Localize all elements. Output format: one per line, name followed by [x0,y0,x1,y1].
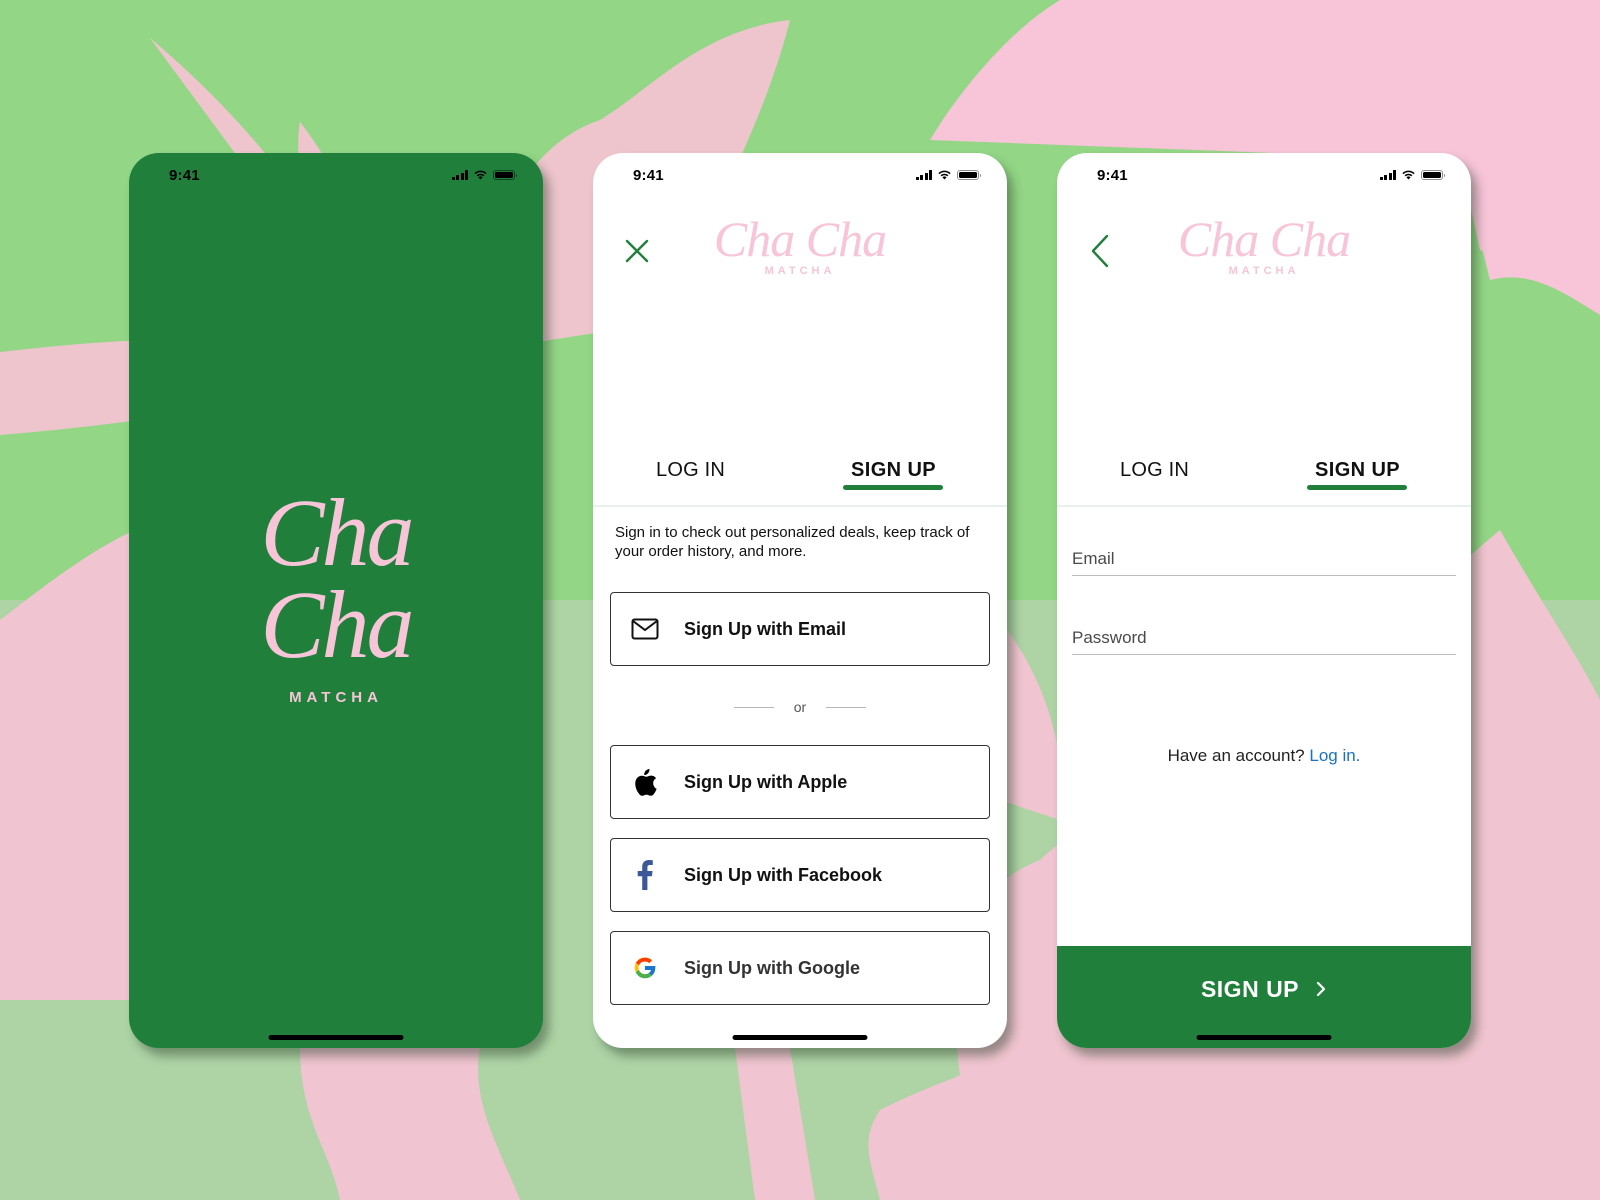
battery-icon [1421,169,1445,180]
active-tab-indicator [1307,485,1407,490]
sign-up-email-label: Sign Up with Email [684,618,847,639]
phone-signup-options-screen: 9:41 Cha Cha MATCHA LOG IN SIGN UP Sign … [593,153,1007,1048]
wifi-icon [938,170,951,180]
header-brand-logo: Cha Cha MATCHA [1057,211,1471,277]
wifi-icon [1402,170,1415,180]
have-account-prompt: Have an account? Log in. [1057,746,1471,766]
or-divider: or [593,697,1007,717]
home-indicator [268,1035,404,1040]
battery-icon [493,169,517,180]
sign-up-google-button[interactable]: Sign Up with Google [610,931,990,1005]
have-account-text: Have an account? [1167,746,1305,765]
logo-script-line-1: Cha [260,479,414,586]
intro-text: Sign in to check out personalized deals,… [615,524,970,560]
mail-icon [629,613,661,645]
logo-script: Cha Cha [713,211,887,267]
tab-sign-up[interactable]: SIGN UP [1315,459,1400,482]
password-input[interactable] [1072,621,1456,654]
auth-tabs: LOG IN SIGN UP [593,449,1007,507]
chevron-right-icon [1316,981,1326,997]
home-indicator [732,1035,868,1040]
sign-up-email-button[interactable]: Sign Up with Email [610,592,990,666]
google-icon [629,952,661,984]
status-time: 9:41 [169,167,200,184]
wifi-icon [474,170,487,180]
logo-subtitle: MATCHA [1228,265,1300,277]
tab-log-in[interactable]: LOG IN [656,459,725,482]
sign-up-apple-label: Sign Up with Apple [684,771,848,792]
sign-up-facebook-button[interactable]: Sign Up with Facebook [610,838,990,912]
phone-splash-screen: 9:41 Cha Cha MATCHA [129,153,543,1048]
logo-subtitle: MATCHA [764,265,836,277]
status-time: 9:41 [633,167,664,184]
email-field[interactable] [1072,542,1456,576]
phone-signup-form-screen: 9:41 Cha Cha MATCHA LOG IN SIGN UP Email… [1057,153,1471,1048]
cellular-signal-icon [1379,169,1396,180]
auth-tabs: LOG IN SIGN UP [1057,449,1471,507]
logo-script: Cha Cha [1177,211,1351,267]
log-in-link[interactable]: Log in. [1309,746,1360,765]
battery-icon [957,169,981,180]
facebook-icon [629,859,661,891]
status-bar: 9:41 [593,153,1007,197]
or-text: or [793,699,807,715]
tab-log-in[interactable]: LOG IN [1120,459,1189,482]
apple-icon [629,766,661,798]
status-bar: 9:41 [129,153,543,197]
tab-sign-up[interactable]: SIGN UP [851,459,936,482]
cellular-signal-icon [915,169,932,180]
status-bar: 9:41 [1057,153,1471,197]
sign-up-apple-button[interactable]: Sign Up with Apple [610,745,990,819]
cellular-signal-icon [451,169,468,180]
status-time: 9:41 [1097,167,1128,184]
active-tab-indicator [843,485,943,490]
sign-up-google-label: Sign Up with Google [684,957,860,978]
home-indicator [1196,1035,1332,1040]
logo-script-line-2: Cha [260,571,414,678]
header-brand-logo: Cha Cha MATCHA [593,211,1007,277]
sign-up-submit-button[interactable]: SIGN UP [1057,946,1471,1048]
sign-up-facebook-label: Sign Up with Facebook [684,864,883,885]
brand-logo: Cha Cha MATCHA [129,479,543,707]
sign-up-submit-label: SIGN UP [1200,975,1300,1002]
logo-subtitle: MATCHA [289,689,383,706]
email-input[interactable] [1072,542,1456,575]
password-field[interactable] [1072,621,1456,655]
